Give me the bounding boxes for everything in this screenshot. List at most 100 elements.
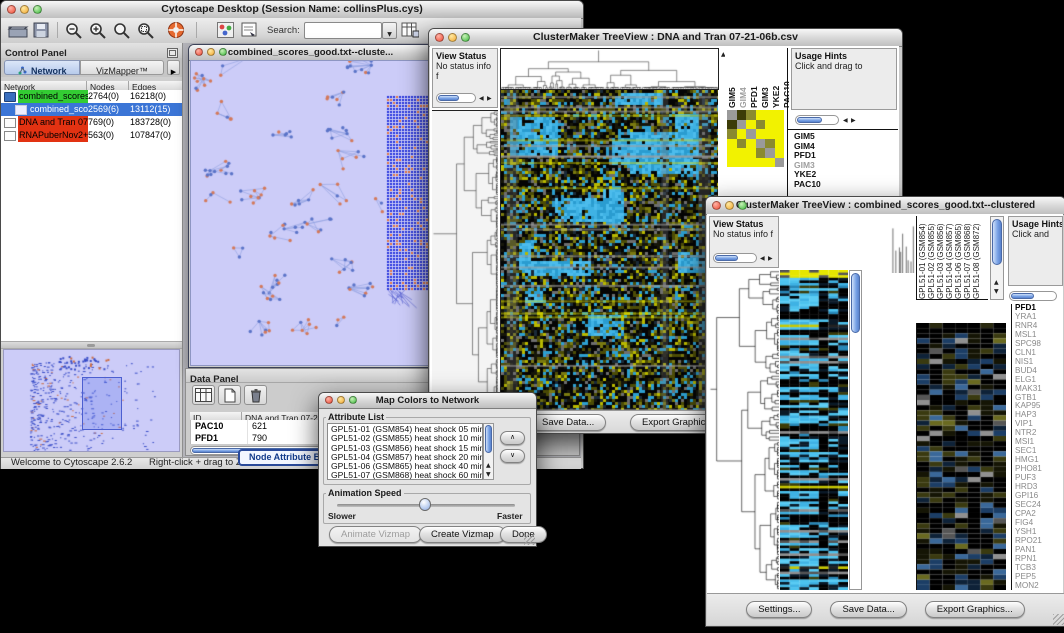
vizmapper-shortcut-button[interactable] (217, 22, 234, 43)
tv2-gene-label[interactable]: MON2 (1015, 582, 1063, 590)
overview-viewport-rect[interactable] (82, 377, 122, 430)
tab-network[interactable]: Network (4, 60, 80, 75)
minimize-button[interactable] (448, 33, 457, 42)
tv1-heatmap-canvas[interactable] (501, 90, 718, 410)
network-tab-icon (18, 66, 27, 75)
save-session-button[interactable] (33, 22, 49, 43)
delete-attribute-button[interactable] (244, 385, 267, 405)
minimize-button[interactable] (207, 48, 215, 56)
dialog-button-create-vizmap[interactable]: Create Vizmap (419, 526, 506, 543)
network-edges-count: 183728(0) (130, 116, 182, 129)
tab-vizmapper[interactable]: VizMapper™ (80, 60, 164, 75)
scroll-right-icon[interactable]: ▶ (768, 255, 773, 262)
annotation-button[interactable] (241, 22, 258, 43)
search-dropdown-button[interactable]: ▼ (382, 22, 397, 39)
close-button[interactable] (435, 33, 444, 42)
tv2-row-dendrogram-canvas[interactable] (709, 270, 779, 590)
tv1-row-dendrogram-canvas[interactable] (432, 111, 498, 410)
close-button[interactable] (325, 396, 333, 404)
attribute-batch-button[interactable] (401, 22, 419, 43)
matrix-cell (765, 129, 775, 139)
network-tree-row[interactable]: combined_scores2764(0)16218(0) (1, 90, 182, 103)
map-colors-dialog: Map Colors to Network Attribute List GPL… (318, 392, 537, 547)
zoom-button[interactable] (349, 396, 357, 404)
zoom-out-button[interactable] (65, 22, 83, 44)
network-tree-row[interactable]: combined_sco2569(6)13112(15) (1, 103, 182, 116)
tv1-view-status-text: No status info f (433, 61, 497, 81)
annotation-icon (241, 22, 258, 38)
tv2-secondary-heatmap-canvas[interactable] (917, 323, 1006, 590)
move-up-button[interactable]: ∧ (500, 431, 525, 445)
tv1-column-dendrogram-canvas[interactable] (501, 49, 718, 89)
file-icon (15, 105, 27, 115)
data-cell-id: PFD1 (191, 432, 248, 444)
slower-label: Slower (328, 511, 356, 521)
scroll-right-icon[interactable]: ▶ (487, 95, 492, 102)
matrix-cell (756, 148, 766, 158)
zoom-button[interactable] (461, 33, 470, 42)
tv1-status-scrollbar[interactable] (436, 93, 476, 103)
tv1-button-save-data[interactable]: Save Data... (530, 414, 606, 431)
network-tree-row[interactable]: DNA and Tran 07769(0)183728(0) (1, 116, 182, 129)
open-session-button[interactable] (7, 22, 29, 43)
matrix-cell (756, 120, 766, 130)
matrix-cell (746, 110, 756, 120)
matrix-cell (765, 158, 775, 168)
scroll-right-icon[interactable]: ▶ (851, 117, 856, 124)
move-down-button[interactable]: ∨ (500, 449, 525, 463)
scroll-down-icon[interactable]: ▼ (994, 288, 999, 295)
tv2-button-save-data[interactable]: Save Data... (830, 601, 906, 618)
scroll-up-icon[interactable]: ▲ (486, 462, 491, 469)
minimize-button[interactable] (20, 5, 29, 14)
close-button[interactable] (712, 201, 721, 210)
zoom-button[interactable] (738, 201, 747, 210)
tv2-status-scrollbar[interactable] (713, 253, 757, 263)
main-titlebar[interactable]: Cytoscape Desktop (Session Name: collins… (1, 1, 583, 19)
tv2-column-dendrogram-canvas[interactable] (781, 216, 915, 273)
tv2-gene-scrollbar[interactable] (1009, 291, 1057, 301)
tv2-labels-vscrollbar[interactable]: ▲ ▼ (990, 216, 1004, 300)
splitter-handle[interactable] (1, 341, 182, 349)
search-input[interactable] (304, 22, 382, 39)
network-name: DNA and Tran 07 (18, 116, 88, 129)
tv1-view-status-title: View Status (433, 49, 497, 61)
tv2-heatmap-canvas[interactable] (780, 270, 848, 590)
close-button[interactable] (195, 48, 203, 56)
tv1-usage-scrollbar[interactable] (795, 115, 839, 125)
more-tabs-button[interactable]: ▶ (167, 60, 180, 75)
matrix-cell (727, 148, 737, 158)
zoom-selected-button[interactable] (137, 22, 155, 44)
attribute-list-vscrollbar[interactable]: ▲ ▼ (483, 423, 494, 480)
tv2-button-settings[interactable]: Settings... (746, 601, 812, 618)
minimize-button[interactable] (725, 201, 734, 210)
create-attribute-button[interactable] (218, 385, 241, 405)
matrix-cell (746, 129, 756, 139)
scroll-left-icon[interactable]: ◀ (843, 117, 848, 124)
minimize-button[interactable] (337, 396, 345, 404)
treeview2-window: ClusterMaker TreeView : combined_scores_… (705, 196, 1064, 627)
zoom-in-button[interactable] (89, 22, 107, 44)
scroll-left-icon[interactable]: ◀ (760, 255, 765, 262)
close-button[interactable] (7, 5, 16, 14)
help-button[interactable] (167, 21, 185, 44)
select-attributes-button[interactable] (192, 385, 215, 405)
network-tree-row[interactable]: RNAPuberNov2+563(0)107847(0) (1, 129, 182, 142)
resize-grip[interactable] (1053, 614, 1064, 625)
scroll-down-icon[interactable]: ▼ (486, 471, 491, 478)
network-canvas[interactable] (191, 61, 430, 365)
resize-grip[interactable] (524, 534, 535, 545)
zoom-button[interactable] (33, 5, 42, 14)
tv1-similarity-matrix[interactable] (727, 110, 784, 167)
tv2-heatmap-vscrollbar[interactable] (849, 270, 862, 590)
matrix-cell (737, 148, 747, 158)
vizmapper-icon (217, 22, 234, 38)
zoom-button[interactable] (219, 48, 227, 56)
animation-speed-slider[interactable] (419, 498, 431, 511)
tv2-button-export-graphics[interactable]: Export Graphics... (925, 601, 1025, 618)
scroll-up-icon[interactable]: ▲ (994, 279, 999, 286)
tv1-view-status-panel: View Status No status info f ◀ ▶ (432, 48, 498, 108)
scroll-left-icon[interactable]: ◀ (479, 95, 484, 102)
zoom-fit-button[interactable] (113, 22, 131, 44)
attribute-list-item[interactable]: GPL51-07 (GSM868) heat shock 60 min (331, 471, 482, 480)
treeview1-title: ClusterMaker TreeView : DNA and Tran 07-… (533, 31, 798, 43)
